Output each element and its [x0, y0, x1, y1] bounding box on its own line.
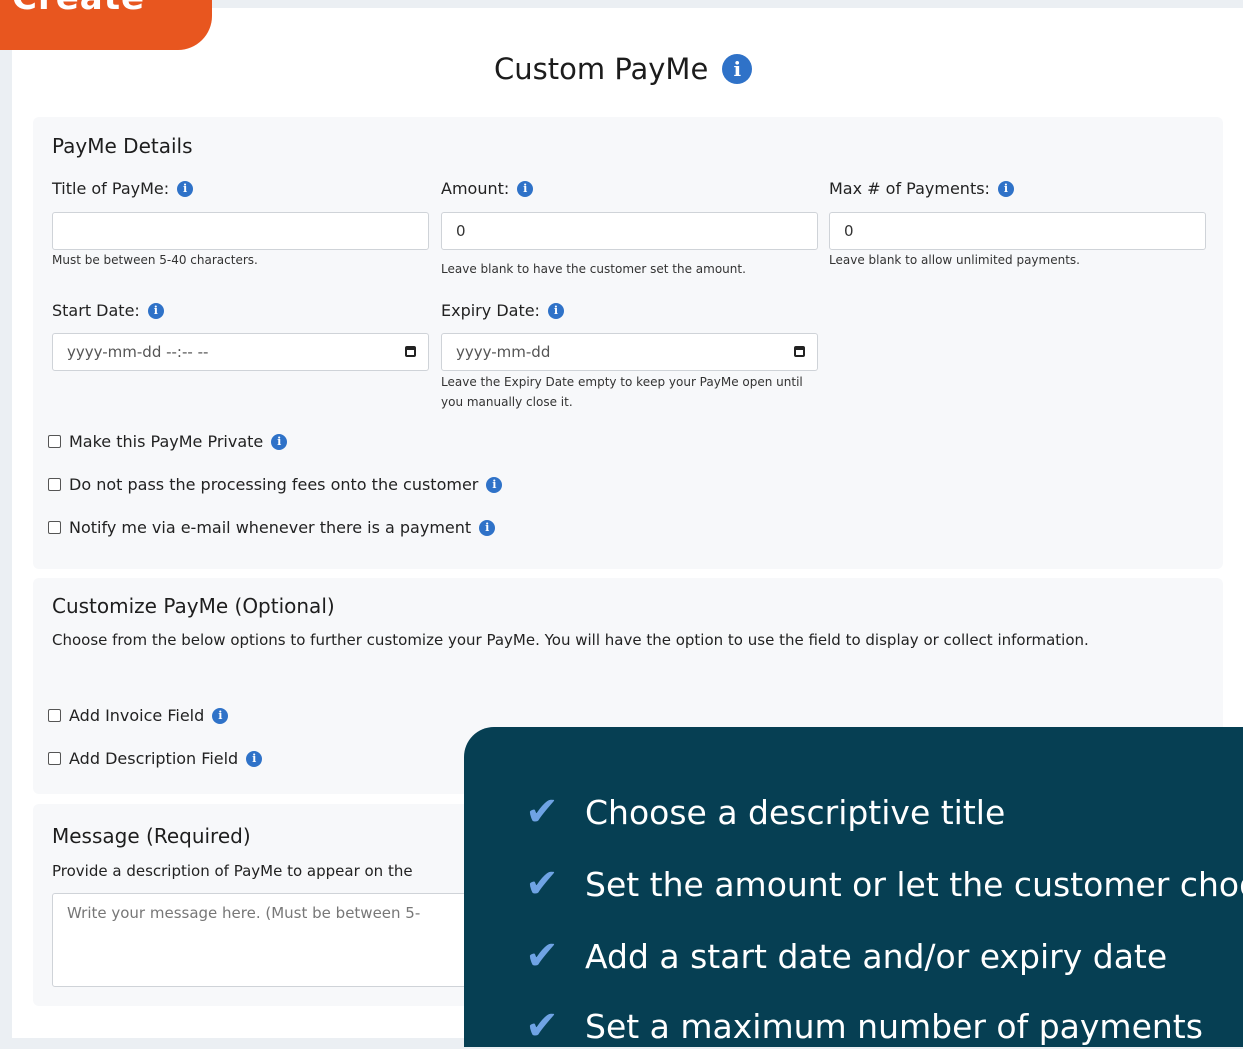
max-payments-input[interactable]: 0	[829, 212, 1206, 250]
private-option-label: Make this PayMe Private	[69, 432, 264, 451]
message-placeholder: Write your message here. (Must be betwee…	[67, 904, 421, 922]
fees-option[interactable]: Do not pass the processing fees onto the…	[48, 475, 503, 494]
info-icon[interactable]: i	[271, 433, 288, 450]
max-payments-label-text: Max # of Payments:	[829, 179, 990, 198]
tip-item: ✔ Set a maximum number of payments	[519, 1003, 1203, 1049]
expiry-date-placeholder: yyyy-mm-dd	[456, 343, 551, 361]
info-icon[interactable]: i	[517, 180, 534, 197]
private-option[interactable]: Make this PayMe Private i	[48, 432, 288, 451]
notify-option-label: Notify me via e-mail whenever there is a…	[69, 518, 472, 537]
customize-description: Choose from the below options to further…	[52, 631, 1089, 649]
title-label-text: Title of PayMe:	[52, 179, 170, 198]
expiry-date-input[interactable]: yyyy-mm-dd	[441, 333, 818, 371]
info-icon[interactable]: i	[479, 519, 496, 536]
tip-item: ✔ Set the amount or let the customer cho…	[519, 861, 1243, 907]
customize-heading: Customize PayMe (Optional)	[52, 594, 335, 618]
notify-option[interactable]: Notify me via e-mail whenever there is a…	[48, 518, 496, 537]
amount-input-value: 0	[456, 222, 466, 240]
tip-text: Choose a descriptive title	[585, 792, 1006, 832]
payme-details-heading: PayMe Details	[52, 134, 193, 158]
start-date-input[interactable]: yyyy-mm-dd --:-- --	[52, 333, 429, 371]
invoice-field-label: Add Invoice Field	[69, 706, 205, 725]
info-icon[interactable]: i	[147, 302, 164, 319]
calendar-icon[interactable]	[794, 346, 805, 357]
description-field-option[interactable]: Add Description Field i	[48, 749, 263, 768]
page-title: Custom PayMe i	[494, 52, 753, 86]
tip-text: Set a maximum number of payments	[585, 1006, 1203, 1046]
info-icon[interactable]: i	[246, 750, 263, 767]
tip-item: ✔ Choose a descriptive title	[519, 789, 1005, 835]
page-title-text: Custom PayMe	[494, 52, 709, 86]
amount-label-text: Amount:	[441, 179, 510, 198]
checkmark-icon: ✔	[525, 1003, 559, 1049]
calendar-icon[interactable]	[405, 346, 416, 357]
description-field-label: Add Description Field	[69, 749, 239, 768]
info-icon[interactable]: i	[547, 302, 564, 319]
create-tab[interactable]: Create	[0, 0, 212, 50]
start-date-label: Start Date: i	[52, 301, 164, 320]
checkmark-icon: ✔	[525, 789, 559, 835]
fees-checkbox[interactable]	[48, 478, 61, 491]
create-tab-label: Create	[12, 0, 145, 18]
start-date-placeholder: yyyy-mm-dd --:-- --	[67, 343, 209, 361]
checkmark-icon: ✔	[525, 933, 559, 979]
tip-text: Add a start date and/or expiry date	[585, 936, 1168, 976]
amount-label: Amount: i	[441, 179, 534, 198]
info-icon[interactable]: i	[997, 180, 1014, 197]
invoice-field-checkbox[interactable]	[48, 709, 61, 722]
expiry-date-label: Expiry Date: i	[441, 301, 564, 320]
title-input[interactable]	[52, 212, 429, 250]
invoice-field-option[interactable]: Add Invoice Field i	[48, 706, 229, 725]
info-icon[interactable]: i	[722, 54, 753, 84]
amount-hint: Leave blank to have the customer set the…	[441, 262, 746, 276]
info-icon[interactable]: i	[486, 476, 503, 493]
checkmark-icon: ✔	[525, 861, 559, 907]
expiry-date-label-text: Expiry Date:	[441, 301, 540, 320]
amount-input[interactable]: 0	[441, 212, 818, 250]
start-date-label-text: Start Date:	[52, 301, 140, 320]
max-payments-hint: Leave blank to allow unlimited payments.	[829, 253, 1080, 267]
tip-text: Set the amount or let the customer choos	[585, 864, 1243, 904]
info-icon[interactable]: i	[177, 180, 194, 197]
info-icon[interactable]: i	[212, 707, 229, 724]
title-label: Title of PayMe: i	[52, 179, 194, 198]
message-heading: Message (Required)	[52, 824, 251, 848]
description-field-checkbox[interactable]	[48, 752, 61, 765]
max-payments-label: Max # of Payments: i	[829, 179, 1014, 198]
title-hint: Must be between 5-40 characters.	[52, 253, 258, 267]
private-checkbox[interactable]	[48, 435, 61, 448]
expiry-hint: Leave the Expiry Date empty to keep your…	[441, 375, 803, 409]
tip-item: ✔ Add a start date and/or expiry date	[519, 933, 1167, 979]
notify-checkbox[interactable]	[48, 521, 61, 534]
fees-option-label: Do not pass the processing fees onto the…	[69, 475, 479, 494]
max-payments-input-value: 0	[844, 222, 854, 240]
